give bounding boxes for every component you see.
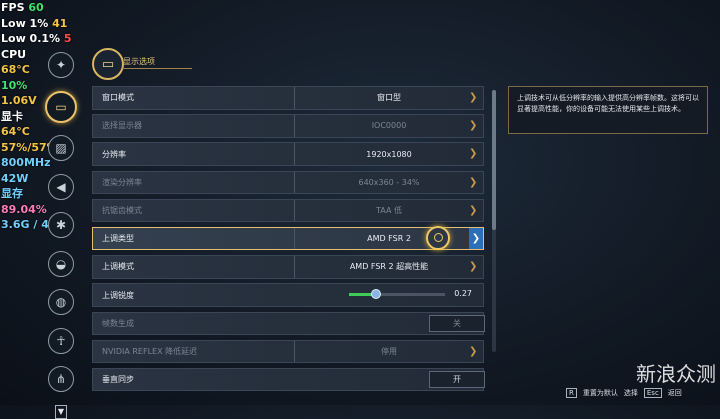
setting-value: 640x360 - 34%: [294, 171, 483, 194]
low1-value: 41: [52, 16, 68, 30]
speaker-icon[interactable]: ◀: [48, 173, 74, 200]
control-hints: R 重置为默认 选择 Esc 返回: [566, 388, 682, 398]
scroll-down-icon[interactable]: ▼: [55, 404, 67, 419]
esc-key-icon: Esc: [643, 388, 662, 398]
image-icon[interactable]: ▨: [48, 135, 74, 161]
low1-label: Low 1%: [1, 16, 49, 30]
frame-gen-toggle: 关: [429, 314, 485, 332]
setting-value: AMD FSR 2: [294, 227, 483, 250]
chevron-right-icon[interactable]: ❯: [469, 227, 483, 250]
chevron-right-icon: ❯: [469, 204, 478, 216]
description-panel: 上调技术可从低分辨率的输入提供高分辨率帧数。这将可以显著提高性能，你的设备可能无…: [508, 86, 708, 134]
slider-handle[interactable]: [370, 289, 381, 300]
setting-label: 窗口模式: [102, 93, 134, 103]
low01-value: 5: [63, 32, 72, 45]
setting-label: 垂直同步: [102, 375, 134, 385]
back-hint[interactable]: 返回: [668, 388, 682, 398]
network-icon[interactable]: ⋔: [48, 366, 74, 392]
sharpness-slider[interactable]: [349, 289, 445, 300]
setting-value: AMD FSR 2 超高性能: [294, 256, 483, 278]
cursor-ring-icon: [426, 225, 450, 250]
compass-icon[interactable]: ✦: [48, 52, 74, 78]
slider-value: 0.27: [454, 289, 472, 299]
setting-value: TAA 低: [294, 199, 483, 222]
gear-bug-icon[interactable]: ✱: [48, 212, 74, 238]
select-hint: 选择: [623, 389, 638, 397]
setting-label: 选择显示器: [102, 121, 142, 131]
setting-row-upscale-sharpness[interactable]: 上调锐度 0.27: [92, 283, 484, 307]
setting-row-vsync[interactable]: 垂直同步 开: [92, 367, 485, 392]
settings-sidebar: ✦ ▭ ▨ ◀ ✱ ◒ ◍ ☥ ⋔ ▼: [44, 52, 78, 419]
chevron-right-icon: ❯: [469, 345, 478, 357]
scrollbar-thumb[interactable]: [492, 90, 496, 230]
setting-row-upscale-type[interactable]: 上调类型 AMD FSR 2 ❯: [92, 225, 484, 251]
settings-scrollbar[interactable]: [492, 90, 496, 352]
setting-label: 抗锯齿模式: [102, 206, 142, 215]
chevron-right-icon[interactable]: ❯: [469, 91, 477, 104]
setting-row-window-mode[interactable]: 窗口模式 窗口型 ❯: [92, 86, 484, 110]
setting-label: 渲染分辨率: [102, 177, 142, 187]
accessibility-icon[interactable]: ☥: [48, 327, 74, 354]
reset-hint[interactable]: 重置为默认: [583, 388, 618, 398]
setting-row-antialiasing: 抗锯齿模式 TAA 低 ❯: [92, 198, 484, 223]
chevron-right-icon: ❯: [469, 176, 478, 188]
setting-value: 停用: [294, 340, 483, 363]
setting-row-render-resolution: 渲染分辨率 640x360 - 34% ❯: [92, 170, 484, 195]
setting-row-nvidia-reflex: NVIDIA REFLEX 降低延迟 停用 ❯: [92, 339, 484, 364]
setting-row-monitor: 选择显示器 IOC0000 ❯: [92, 114, 484, 138]
low01-label: Low 0.1%: [1, 32, 61, 45]
fps-value: 60: [28, 1, 44, 14]
settings-list: 窗口模式 窗口型 ❯ 选择显示器 IOC0000 ❯ 分辨率 1920x1080…: [92, 86, 485, 396]
gamepad-icon[interactable]: ◒: [48, 250, 74, 277]
page-title: 显示选项: [123, 57, 155, 66]
setting-label: NVIDIA REFLEX 降低延迟: [102, 346, 198, 356]
chevron-right-icon[interactable]: ❯: [469, 260, 477, 273]
setting-row-upscale-mode[interactable]: 上调模式 AMD FSR 2 超高性能 ❯: [92, 255, 484, 279]
setting-label: 上调类型: [102, 234, 134, 244]
mouse-icon[interactable]: ◍: [48, 289, 74, 315]
reset-key-icon: R: [566, 388, 577, 398]
description-text: 上调技术可从低分辨率的输入提供高分辨率帧数。这将可以显著提高性能，你的设备可能无…: [517, 94, 699, 113]
setting-label: 帧数生成: [102, 318, 134, 328]
watermark: 新浪众测: [636, 362, 716, 386]
chevron-right-icon[interactable]: ❯: [469, 147, 477, 160]
title-divider: [122, 68, 192, 69]
setting-label: 上调锐度: [102, 290, 134, 300]
chevron-right-icon: ❯: [469, 120, 478, 132]
vsync-toggle[interactable]: 开: [429, 370, 485, 388]
setting-row-frame-generation: 帧数生成 关: [92, 311, 485, 335]
setting-label: 分辨率: [102, 149, 126, 159]
setting-value: 1920x1080: [294, 143, 483, 165]
fps-label: FPS: [1, 1, 25, 14]
monitor-icon[interactable]: ▭: [45, 90, 77, 123]
setting-value: 窗口型: [294, 87, 483, 109]
setting-value: IOC0000: [294, 115, 483, 137]
display-options-badge-icon: ▭: [92, 48, 124, 80]
setting-label: 上调模式: [102, 262, 134, 272]
setting-row-resolution[interactable]: 分辨率 1920x1080 ❯: [92, 142, 484, 166]
